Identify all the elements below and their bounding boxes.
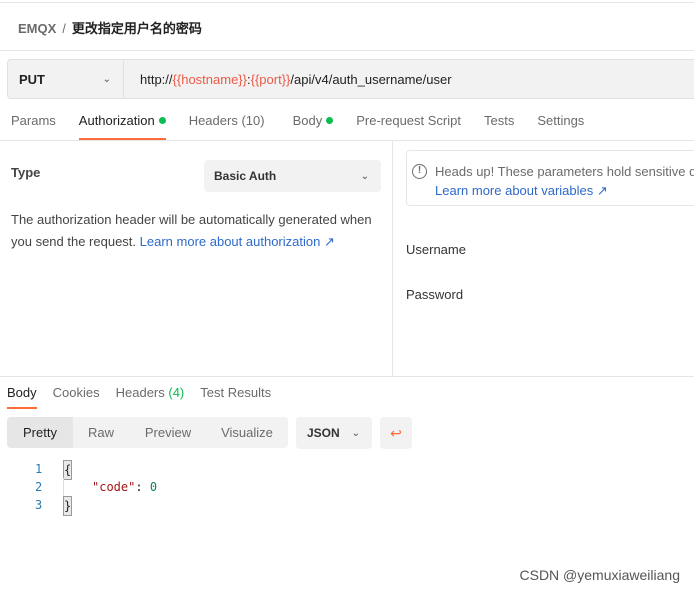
indent-guide bbox=[63, 478, 64, 496]
method-value: PUT bbox=[19, 71, 45, 87]
wrap-lines-button[interactable]: ↩ bbox=[380, 417, 412, 449]
top-border bbox=[0, 0, 694, 3]
url-bar: PUT ⌄ http://{{hostname}}:{{port}}/api/v4… bbox=[7, 59, 694, 99]
format-select[interactable]: JSON ⌄ bbox=[296, 417, 372, 449]
request-tabs: Params Authorization Headers (10) Body P… bbox=[0, 113, 596, 140]
open-brace: { bbox=[63, 460, 73, 480]
response-tabs: Body Cookies Headers (4) Test Results bbox=[0, 385, 280, 409]
response-tab-headers[interactable]: Headers (4) bbox=[116, 385, 185, 409]
tab-pre-request-script[interactable]: Pre-request Script bbox=[356, 113, 461, 140]
format-value: JSON bbox=[307, 426, 340, 440]
tab-count: (4) bbox=[168, 385, 185, 400]
status-dot-icon bbox=[158, 117, 166, 124]
view-preview-button[interactable]: Preview bbox=[129, 417, 207, 448]
auth-type-value: Basic Auth bbox=[214, 169, 277, 183]
tab-headers[interactable]: Headers (10) bbox=[189, 113, 265, 140]
username-label: Username bbox=[406, 242, 466, 257]
method-select[interactable]: PUT ⌄ bbox=[8, 60, 124, 98]
close-brace: } bbox=[63, 496, 73, 516]
response-tab-body[interactable]: Body bbox=[7, 385, 37, 409]
tab-authorization[interactable]: Authorization bbox=[78, 113, 166, 140]
tab-label: Authorization bbox=[78, 113, 155, 128]
breadcrumb-request[interactable]: 更改指定用户名的密码 bbox=[72, 21, 202, 36]
code-line: "code": 0 bbox=[92, 478, 157, 496]
json-key: "code" bbox=[92, 480, 136, 494]
tab-label: Test Results bbox=[200, 385, 272, 400]
view-pretty-button[interactable]: Pretty bbox=[7, 417, 73, 448]
url-prefix: http:// bbox=[140, 71, 173, 87]
response-tab-cookies[interactable]: Cookies bbox=[53, 385, 100, 409]
tab-count: (10) bbox=[241, 113, 265, 128]
url-var-hostname: {{hostname}} bbox=[172, 71, 247, 87]
alert-text: Heads up! These parameters hold sensitiv… bbox=[435, 164, 694, 179]
sensitive-data-alert: ! Heads up! These parameters hold sensit… bbox=[406, 150, 694, 206]
tab-label: Params bbox=[11, 113, 56, 128]
divider bbox=[0, 50, 694, 51]
url-var-port: {{port}} bbox=[250, 71, 291, 87]
auth-type-panel: Type Basic Auth ⌄ The authorization heade… bbox=[0, 141, 393, 376]
wrap-lines-icon: ↩ bbox=[390, 425, 402, 441]
tab-label: Headers bbox=[188, 113, 238, 128]
response-tab-test-results[interactable]: Test Results bbox=[200, 385, 271, 409]
divider bbox=[0, 376, 694, 377]
tab-tests[interactable]: Tests bbox=[484, 113, 514, 140]
tab-label: Pre-request Script bbox=[356, 113, 461, 128]
tab-label: Tests bbox=[483, 113, 515, 128]
chevron-down-icon: ⌄ bbox=[351, 427, 360, 439]
tab-label: Body bbox=[7, 385, 37, 400]
learn-more-authorization-link[interactable]: Learn more about authorization ↗ bbox=[140, 234, 335, 249]
auth-description: The authorization header will be automat… bbox=[11, 209, 381, 253]
tab-settings[interactable]: Settings bbox=[537, 113, 584, 140]
json-value: 0 bbox=[149, 480, 158, 494]
json-colon: : bbox=[135, 480, 150, 494]
type-label: Type bbox=[11, 165, 41, 180]
breadcrumb-collection[interactable]: EMQX bbox=[18, 21, 56, 36]
tab-label: Cookies bbox=[52, 385, 100, 400]
chevron-down-icon: ⌄ bbox=[360, 170, 369, 182]
status-dot-icon bbox=[326, 117, 334, 124]
tab-params[interactable]: Params bbox=[11, 113, 56, 140]
line-number: 2 bbox=[35, 480, 43, 494]
breadcrumb-separator: / bbox=[62, 21, 66, 36]
learn-more-variables-link[interactable]: Learn more about variables ↗ bbox=[435, 181, 694, 200]
tab-label: Body bbox=[292, 113, 323, 128]
info-icon: ! bbox=[412, 164, 427, 179]
url-path: /api/v4/auth_username/user bbox=[290, 71, 452, 87]
tab-label: Settings bbox=[537, 113, 585, 128]
password-label: Password bbox=[406, 287, 464, 302]
chevron-down-icon: ⌄ bbox=[102, 73, 111, 85]
line-number: 1 bbox=[35, 462, 43, 476]
auth-type-select[interactable]: Basic Auth ⌄ bbox=[204, 160, 381, 192]
tab-body[interactable]: Body bbox=[293, 113, 334, 140]
view-mode-segmented: Pretty Raw Preview Visualize bbox=[7, 417, 288, 448]
view-visualize-button[interactable]: Visualize bbox=[207, 417, 287, 448]
url-input[interactable]: http://{{hostname}}:{{port}}/api/v4/auth… bbox=[124, 72, 452, 87]
tab-label: Headers bbox=[115, 385, 165, 400]
view-raw-button[interactable]: Raw bbox=[73, 417, 129, 448]
line-number: 3 bbox=[35, 498, 43, 512]
watermark: CSDN @yemuxiaweiliang bbox=[519, 567, 681, 583]
breadcrumb: EMQX / 更改指定用户名的密码 bbox=[18, 18, 202, 37]
